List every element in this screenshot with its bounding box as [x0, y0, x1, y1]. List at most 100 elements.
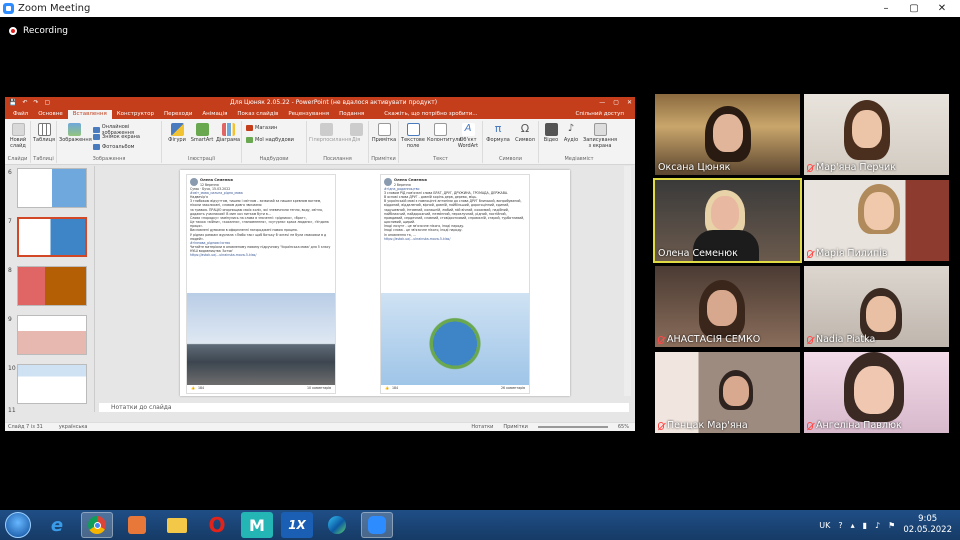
tell-me-box[interactable]: Скажіть, що потрібно зробити... [379, 110, 482, 119]
undo-icon[interactable]: ↶ [22, 99, 27, 106]
speaker-notes-pane[interactable]: Нотатки до слайда [99, 403, 629, 412]
participant-tile[interactable]: Оксана Цюняк [655, 94, 800, 175]
slide-thumb-6[interactable] [17, 168, 87, 208]
network-icon[interactable]: ▮ [863, 521, 867, 530]
hyperlink-button[interactable]: Гіперпосилання [309, 123, 351, 144]
ppt-maximize-button[interactable]: ▢ [613, 99, 619, 106]
participant-tile[interactable]: Nadia Piatka [804, 266, 949, 347]
participant-tile[interactable]: Мар'яна Перчик [804, 94, 949, 175]
participant-name: Марія Пилипів [816, 248, 888, 259]
tab-transitions[interactable]: Переходи [159, 110, 197, 119]
present-icon[interactable]: ▢ [45, 99, 51, 106]
post-line: Це також «війни», «кохання», «напомнення… [190, 220, 329, 229]
m-app-icon[interactable]: M [241, 512, 273, 538]
1x-app-icon[interactable]: 1X [281, 512, 313, 538]
smartart-button[interactable]: SmartArt [190, 123, 214, 144]
participant-face [707, 290, 737, 326]
comments-toggle[interactable]: Примітки [503, 424, 528, 430]
slide-thumb-10[interactable] [17, 364, 87, 404]
participant-name: Оксана Цюняк [658, 162, 731, 173]
addins-icon [246, 137, 253, 143]
slide-thumb-9[interactable] [17, 315, 87, 355]
tab-animations[interactable]: Анімація [197, 110, 232, 119]
internet-explorer-icon[interactable]: e [41, 512, 73, 538]
slide-thumbnails[interactable]: 6 7 8 9 10 11 [5, 166, 95, 414]
muted-mic-icon [807, 335, 813, 344]
share-button[interactable]: Спільний доступ [571, 110, 629, 119]
tab-home[interactable]: Основне [33, 110, 68, 119]
volume-icon[interactable]: ♪ [875, 521, 880, 530]
participant-name: Мар'яна Перчик [816, 162, 896, 173]
zoom-slider[interactable] [537, 426, 608, 428]
group-comments: Примітка Примітки [369, 121, 399, 163]
participant-name: АНАСТАСІЯ СЕМКО [667, 334, 761, 345]
header-footer-button[interactable]: Колонтитули [427, 123, 462, 144]
wordart-button[interactable]: A Об'єкт WordArt [455, 123, 481, 149]
save-icon[interactable]: 💾 [9, 99, 16, 106]
participant-tile[interactable]: Ангеліна Павлюк [804, 352, 949, 433]
tab-insert[interactable]: Вставлення [67, 110, 112, 119]
audio-button[interactable]: ♪ Аудіо [561, 123, 581, 144]
my-addins-button[interactable]: Мої надбудови [246, 137, 294, 143]
help-icon[interactable]: ? [838, 521, 842, 530]
group-label: Примітки [371, 156, 396, 162]
tab-file[interactable]: Файл [8, 110, 33, 119]
post-link: https://astok.ua/...ukrainska-mova-5-kla… [384, 236, 451, 241]
comment-button[interactable]: Примітка [371, 123, 397, 144]
participant-tile[interactable]: АНАСТАСІЯ СЕМКО [655, 266, 800, 347]
tab-view[interactable]: Подання [334, 110, 369, 119]
redo-icon[interactable]: ↷ [34, 99, 39, 106]
notes-toggle[interactable]: Нотатки [471, 424, 493, 430]
start-button[interactable] [5, 512, 31, 538]
tab-slideshow[interactable]: Показ слайдів [232, 110, 283, 119]
images-button[interactable]: Зображення [59, 123, 92, 144]
media-app-icon[interactable] [121, 512, 153, 538]
recording-indicator[interactable]: Recording [9, 26, 68, 36]
chart-icon [221, 123, 235, 136]
file-explorer-icon[interactable] [161, 512, 193, 538]
maximize-button[interactable]: ▢ [900, 0, 928, 17]
show-hidden-icons[interactable]: ▴ [851, 521, 855, 530]
tab-design[interactable]: Конструктор [112, 110, 159, 119]
screen-recording-button[interactable]: Записування з екрана [583, 123, 617, 149]
equation-button[interactable]: π Формула [485, 122, 511, 144]
symbol-button[interactable]: Ω Символ [513, 122, 537, 144]
slide-number: 6 [8, 169, 12, 176]
globe-hands-photo [381, 293, 529, 385]
ppt-close-button[interactable]: ✕ [627, 99, 632, 106]
chart-button[interactable]: Діаграма [216, 123, 240, 144]
shapes-button[interactable]: Фігури [166, 123, 188, 144]
language-indicator[interactable]: UK [819, 521, 830, 530]
minimize-button[interactable]: – [872, 0, 900, 17]
flag-icon[interactable]: ⚑ [888, 521, 895, 530]
screenshot-button[interactable]: Знімок екрана [93, 134, 140, 140]
zoom-level[interactable]: 65% [618, 424, 629, 430]
edge-icon[interactable] [321, 512, 353, 538]
participant-tile-active-speaker[interactable]: Олена Семенюк [653, 178, 802, 263]
current-slide[interactable]: Олена Семенюк 12 березня Сумы · Буча, 15… [180, 170, 570, 396]
slide-thumb-7[interactable] [17, 217, 87, 257]
tab-review[interactable]: Рецензування [283, 110, 334, 119]
participant-tile[interactable]: Пенцак Мар'яна [655, 352, 800, 433]
zoom-logo-icon [3, 3, 14, 14]
photo-album-button[interactable]: Фотоальбом [93, 144, 134, 150]
opera-icon[interactable]: O [201, 512, 233, 538]
participant-tile[interactable]: Марія Пилипів [804, 180, 949, 261]
language-indicator[interactable]: українська [59, 424, 88, 430]
close-button[interactable]: ✕ [928, 0, 956, 17]
video-button[interactable]: Відео [541, 123, 561, 144]
new-slide-button[interactable]: Новий слайд [7, 123, 29, 149]
textbox-button[interactable]: Текстове поле [401, 123, 425, 149]
table-button[interactable]: Таблиця [33, 123, 55, 144]
chrome-icon[interactable] [81, 512, 113, 538]
participant-label: Мар'яна Перчик [807, 162, 896, 173]
clock[interactable]: 9:05 02.05.2022 [903, 514, 952, 535]
shared-screen-powerpoint[interactable]: 💾 ↶ ↷ ▢ Для Цюняк 2.05.22 - PowerPoint (… [5, 97, 635, 431]
participant-face [713, 114, 743, 152]
slide-thumb-8[interactable] [17, 266, 87, 306]
ppt-minimize-button[interactable]: — [599, 99, 605, 106]
vertical-scrollbar[interactable] [624, 166, 631, 396]
action-button[interactable]: Дія [347, 123, 365, 144]
zoom-app-icon[interactable] [361, 512, 393, 538]
store-button[interactable]: Магазин [246, 125, 277, 131]
